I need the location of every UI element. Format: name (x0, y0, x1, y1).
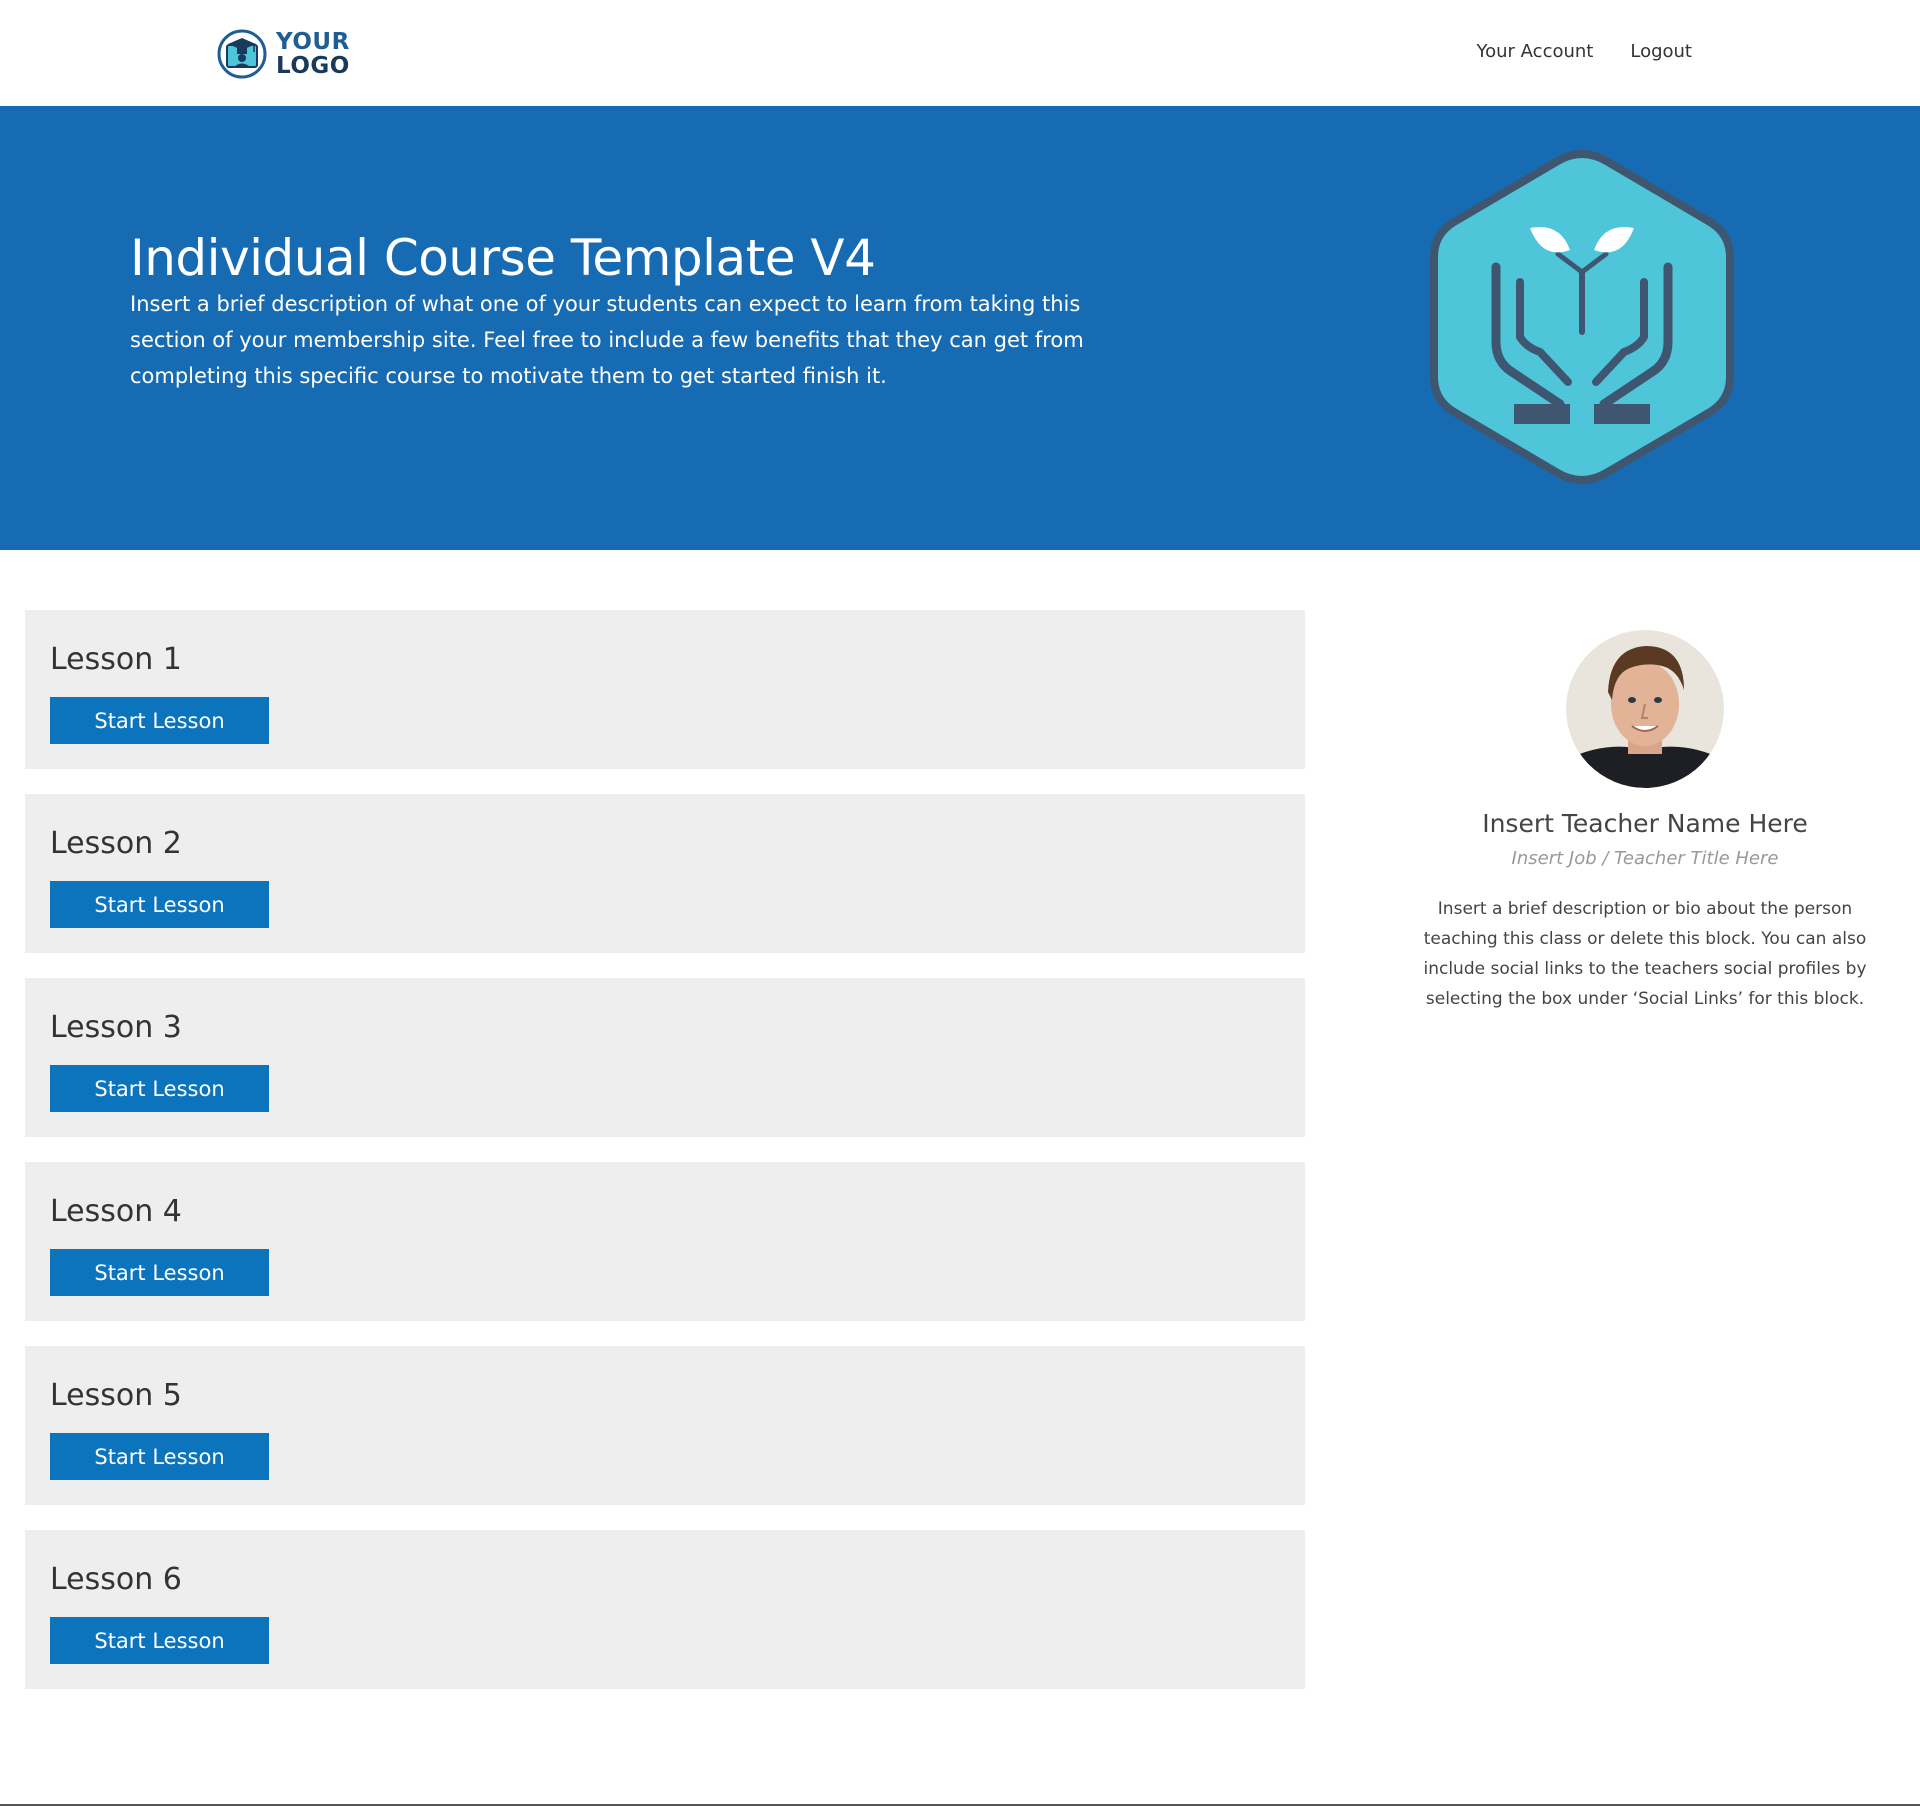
lesson-title: Lesson 5 (50, 1378, 182, 1413)
graduation-cap-icon (217, 29, 267, 79)
start-lesson-1-button[interactable]: Start Lesson (50, 697, 269, 744)
lesson-card-1: Lesson 1 Start Lesson (25, 610, 1305, 769)
hero-banner: Individual Course Template V4 Insert a b… (0, 106, 1920, 550)
teacher-name: Insert Teacher Name Here (1482, 809, 1808, 838)
teacher-bio: Insert a brief description or bio about … (1423, 899, 1867, 1009)
lesson-list: Lesson 1 Start Lesson Lesson 2 Start Les… (25, 610, 1305, 1714)
lesson-title: Lesson 2 (50, 826, 182, 861)
teacher-block: Insert Teacher Name Here Insert Job / Te… (1395, 630, 1895, 1014)
nav-logout[interactable]: Logout (1630, 41, 1692, 62)
hands-sprout-hexagon-icon (1430, 149, 1734, 485)
lesson-title: Lesson 3 (50, 1010, 182, 1045)
lesson-title: Lesson 4 (50, 1194, 182, 1229)
logo-line-1: YOUR (276, 29, 350, 55)
logo-text: YOUR LOGO (276, 30, 350, 78)
lesson-card-5: Lesson 5 Start Lesson (25, 1346, 1305, 1505)
site-logo[interactable]: YOUR LOGO (216, 26, 356, 82)
lesson-title: Lesson 6 (50, 1562, 182, 1597)
site-header: YOUR LOGO Your Account Logout (0, 0, 1920, 106)
lesson-card-4: Lesson 4 Start Lesson (25, 1162, 1305, 1321)
start-lesson-3-button[interactable]: Start Lesson (50, 1065, 269, 1112)
page-title: Individual Course Template V4 (130, 229, 876, 287)
teacher-avatar (1566, 630, 1724, 788)
start-lesson-5-button[interactable]: Start Lesson (50, 1433, 269, 1480)
course-description: Insert a brief description of what one o… (130, 292, 1084, 388)
top-nav: Your Account Logout (1477, 41, 1692, 62)
start-lesson-6-button[interactable]: Start Lesson (50, 1617, 269, 1664)
logo-line-2: LOGO (276, 53, 350, 79)
start-lesson-4-button[interactable]: Start Lesson (50, 1249, 269, 1296)
lesson-card-6: Lesson 6 Start Lesson (25, 1530, 1305, 1689)
lesson-title: Lesson 1 (50, 642, 182, 677)
lesson-card-3: Lesson 3 Start Lesson (25, 978, 1305, 1137)
lesson-card-2: Lesson 2 Start Lesson (25, 794, 1305, 953)
start-lesson-2-button[interactable]: Start Lesson (50, 881, 269, 928)
nav-your-account[interactable]: Your Account (1477, 41, 1594, 62)
teacher-title: Insert Job / Teacher Title Here (1511, 848, 1779, 869)
